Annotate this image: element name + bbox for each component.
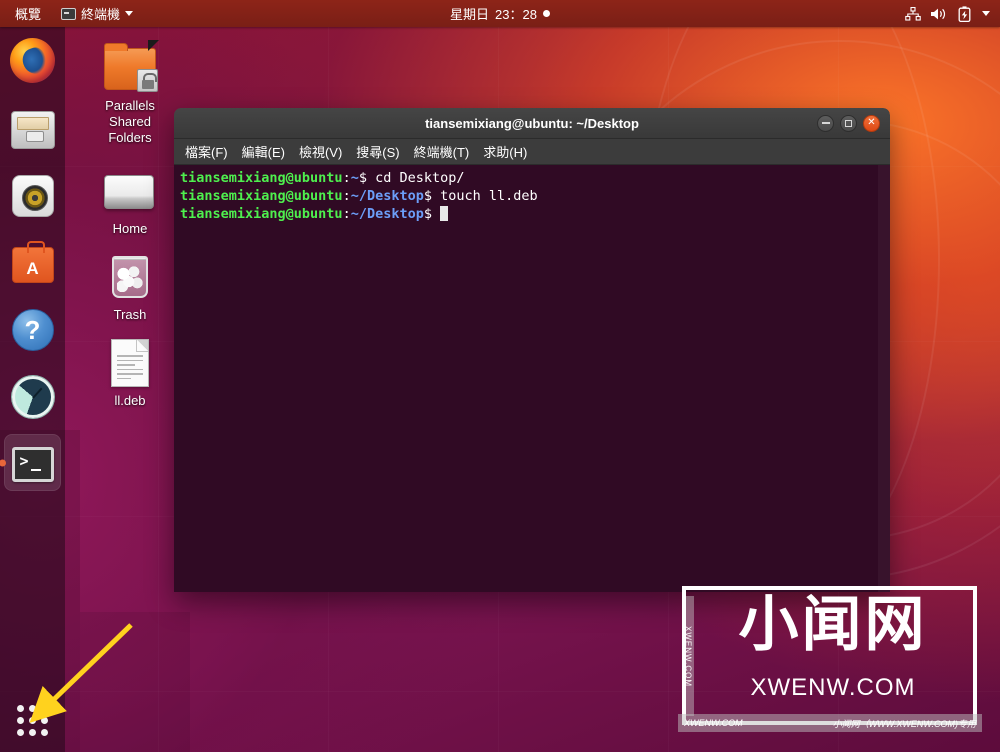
folder-locked-icon — [104, 40, 159, 94]
prompt-user: tiansemixiang@ubuntu — [180, 206, 343, 222]
close-button[interactable]: ✕ — [863, 114, 880, 132]
rhythmbox-icon — [11, 174, 54, 217]
terminal-icon — [11, 447, 54, 482]
desktop-icon-label: Trash — [113, 307, 147, 322]
terminal-icon — [61, 7, 77, 20]
prompt-path: ~/Desktop — [350, 206, 424, 222]
desktop-icon-ll-deb[interactable]: ll.deb — [87, 337, 173, 409]
trash-icon — [104, 251, 156, 303]
menu-item-terminal[interactable]: 終端機(T) — [407, 139, 477, 164]
desktop-icon-parallels-shared-folders[interactable]: Parallels Shared Folders — [87, 40, 173, 146]
desktop-screen: 概覽 終端機 星期日 23：28 A ? > Parallels Shared … — [0, 0, 1000, 752]
prompt-user: tiansemixiang@ubuntu — [180, 170, 343, 186]
terminal-window[interactable]: tiansemixiang@ubuntu: ~/Desktop ✕ 檔案(F) … — [174, 108, 890, 592]
dock-item-help[interactable] — [4, 300, 61, 357]
notification-dot-icon — [542, 10, 550, 17]
minimize-button[interactable] — [817, 114, 834, 132]
dock — [0, 27, 65, 752]
terminal-line: tiansemixiang@ubuntu:~/Desktop$ touch ll… — [180, 187, 884, 205]
prompt-symbol: $ — [358, 170, 367, 186]
clock-day: 星期日 — [450, 7, 490, 22]
chevron-down-icon[interactable] — [982, 11, 990, 16]
prompt-colon: : — [342, 206, 351, 222]
watermark-footer-left: XWENW.COM — [684, 718, 743, 728]
menu-item-view[interactable]: 檢視(V) — [292, 139, 349, 164]
terminal-command: touch ll.deb — [432, 188, 538, 204]
wallpaper-panel — [80, 612, 190, 752]
help-icon — [11, 308, 54, 351]
dock-item-terminal[interactable] — [4, 434, 61, 491]
prompt-user: tiansemixiang@ubuntu — [180, 188, 343, 204]
document-icon — [104, 337, 156, 389]
menu-item-help[interactable]: 求助(H) — [476, 139, 534, 164]
desktop-icon-label: Parallels Shared Folders — [105, 98, 155, 146]
label-line: Shared — [109, 114, 151, 129]
maximize-button[interactable] — [840, 114, 857, 132]
label-line: Parallels — [105, 98, 155, 113]
terminal-menubar: 檔案(F) 編輯(E) 檢視(V) 搜尋(S) 終端機(T) 求助(H) — [174, 139, 890, 165]
dock-item-ubuntu-software[interactable] — [4, 233, 61, 290]
desktop-icon-home[interactable]: Home — [87, 165, 173, 237]
firefox-icon — [10, 38, 55, 83]
top-bar-left: 概覽 終端機 — [0, 2, 139, 25]
app-menu-label: 終端機 — [81, 7, 121, 22]
network-icon[interactable] — [904, 5, 921, 22]
grid-icon — [17, 704, 48, 736]
activities-label: 概覽 — [15, 7, 42, 22]
window-controls: ✕ — [817, 114, 890, 132]
watermark-footer-right: 小闻网（WWW.XWENW.COM)专用 — [832, 718, 976, 729]
watermark-domain: XWENW.COM — [750, 674, 916, 701]
dock-item-disk-usage-analyzer[interactable] — [4, 367, 61, 424]
lock-icon — [137, 69, 158, 92]
terminal-scrollbar[interactable] — [878, 165, 890, 592]
app-menu-button[interactable]: 終端機 — [55, 2, 139, 25]
dock-item-firefox[interactable] — [4, 32, 61, 89]
terminal-command: cd Desktop/ — [366, 170, 465, 186]
system-tray[interactable] — [904, 5, 1000, 22]
files-icon — [10, 110, 55, 149]
watermark-footer: XWENW.COM 小闻网（WWW.XWENW.COM)专用 — [678, 714, 982, 732]
clock-menu-button[interactable]: 星期日 23：28 — [442, 2, 558, 25]
label-line: Folders — [108, 130, 152, 145]
disk-usage-icon — [11, 375, 54, 418]
window-title: tiansemixiang@ubuntu: ~/Desktop — [425, 115, 639, 131]
dock-item-rhythmbox[interactable] — [4, 166, 61, 223]
menu-item-file[interactable]: 檔案(F) — [178, 139, 235, 164]
chevron-down-icon — [125, 11, 134, 16]
shortcut-arrow-icon — [148, 40, 159, 51]
clock-time: 23：28 — [495, 7, 537, 22]
top-bar: 概覽 終端機 星期日 23：28 — [0, 0, 1000, 27]
show-applications-button[interactable] — [0, 696, 65, 744]
prompt-path: ~ — [350, 170, 359, 186]
ubuntu-software-icon — [11, 240, 54, 283]
prompt-symbol: $ — [423, 206, 432, 222]
terminal-output-area[interactable]: tiansemixiang@ubuntu:~$ cd Desktop/ tian… — [174, 165, 890, 592]
battery-icon[interactable] — [956, 5, 973, 22]
desktop-icon-label: Home — [112, 221, 148, 236]
prompt-path: ~/Desktop — [350, 188, 424, 204]
watermark-overlay: XWENW.COM 小闻网 XWENW.COM XWENW.COM 小闻网（WW… — [660, 562, 1000, 752]
terminal-line-active: tiansemixiang@ubuntu:~/Desktop$ — [180, 205, 884, 223]
desktop-icon-label: ll.deb — [114, 393, 146, 408]
activities-overview-button[interactable]: 概覽 — [9, 2, 47, 25]
menu-item-search[interactable]: 搜尋(S) — [349, 139, 406, 164]
volume-icon[interactable] — [930, 5, 947, 22]
terminal-titlebar[interactable]: tiansemixiang@ubuntu: ~/Desktop ✕ — [174, 108, 890, 139]
prompt-colon: : — [342, 188, 351, 204]
text-cursor — [440, 206, 449, 221]
prompt-colon: : — [342, 170, 351, 186]
top-bar-center: 星期日 23：28 — [0, 0, 1000, 27]
prompt-symbol: $ — [423, 188, 432, 204]
menu-item-edit[interactable]: 編輯(E) — [235, 139, 292, 164]
dock-item-files[interactable] — [4, 99, 61, 156]
terminal-line: tiansemixiang@ubuntu:~$ cd Desktop/ — [180, 169, 884, 187]
drive-icon — [104, 165, 156, 217]
desktop-icon-trash[interactable]: Trash — [87, 251, 173, 323]
watermark-title: 小闻网 — [738, 590, 928, 660]
